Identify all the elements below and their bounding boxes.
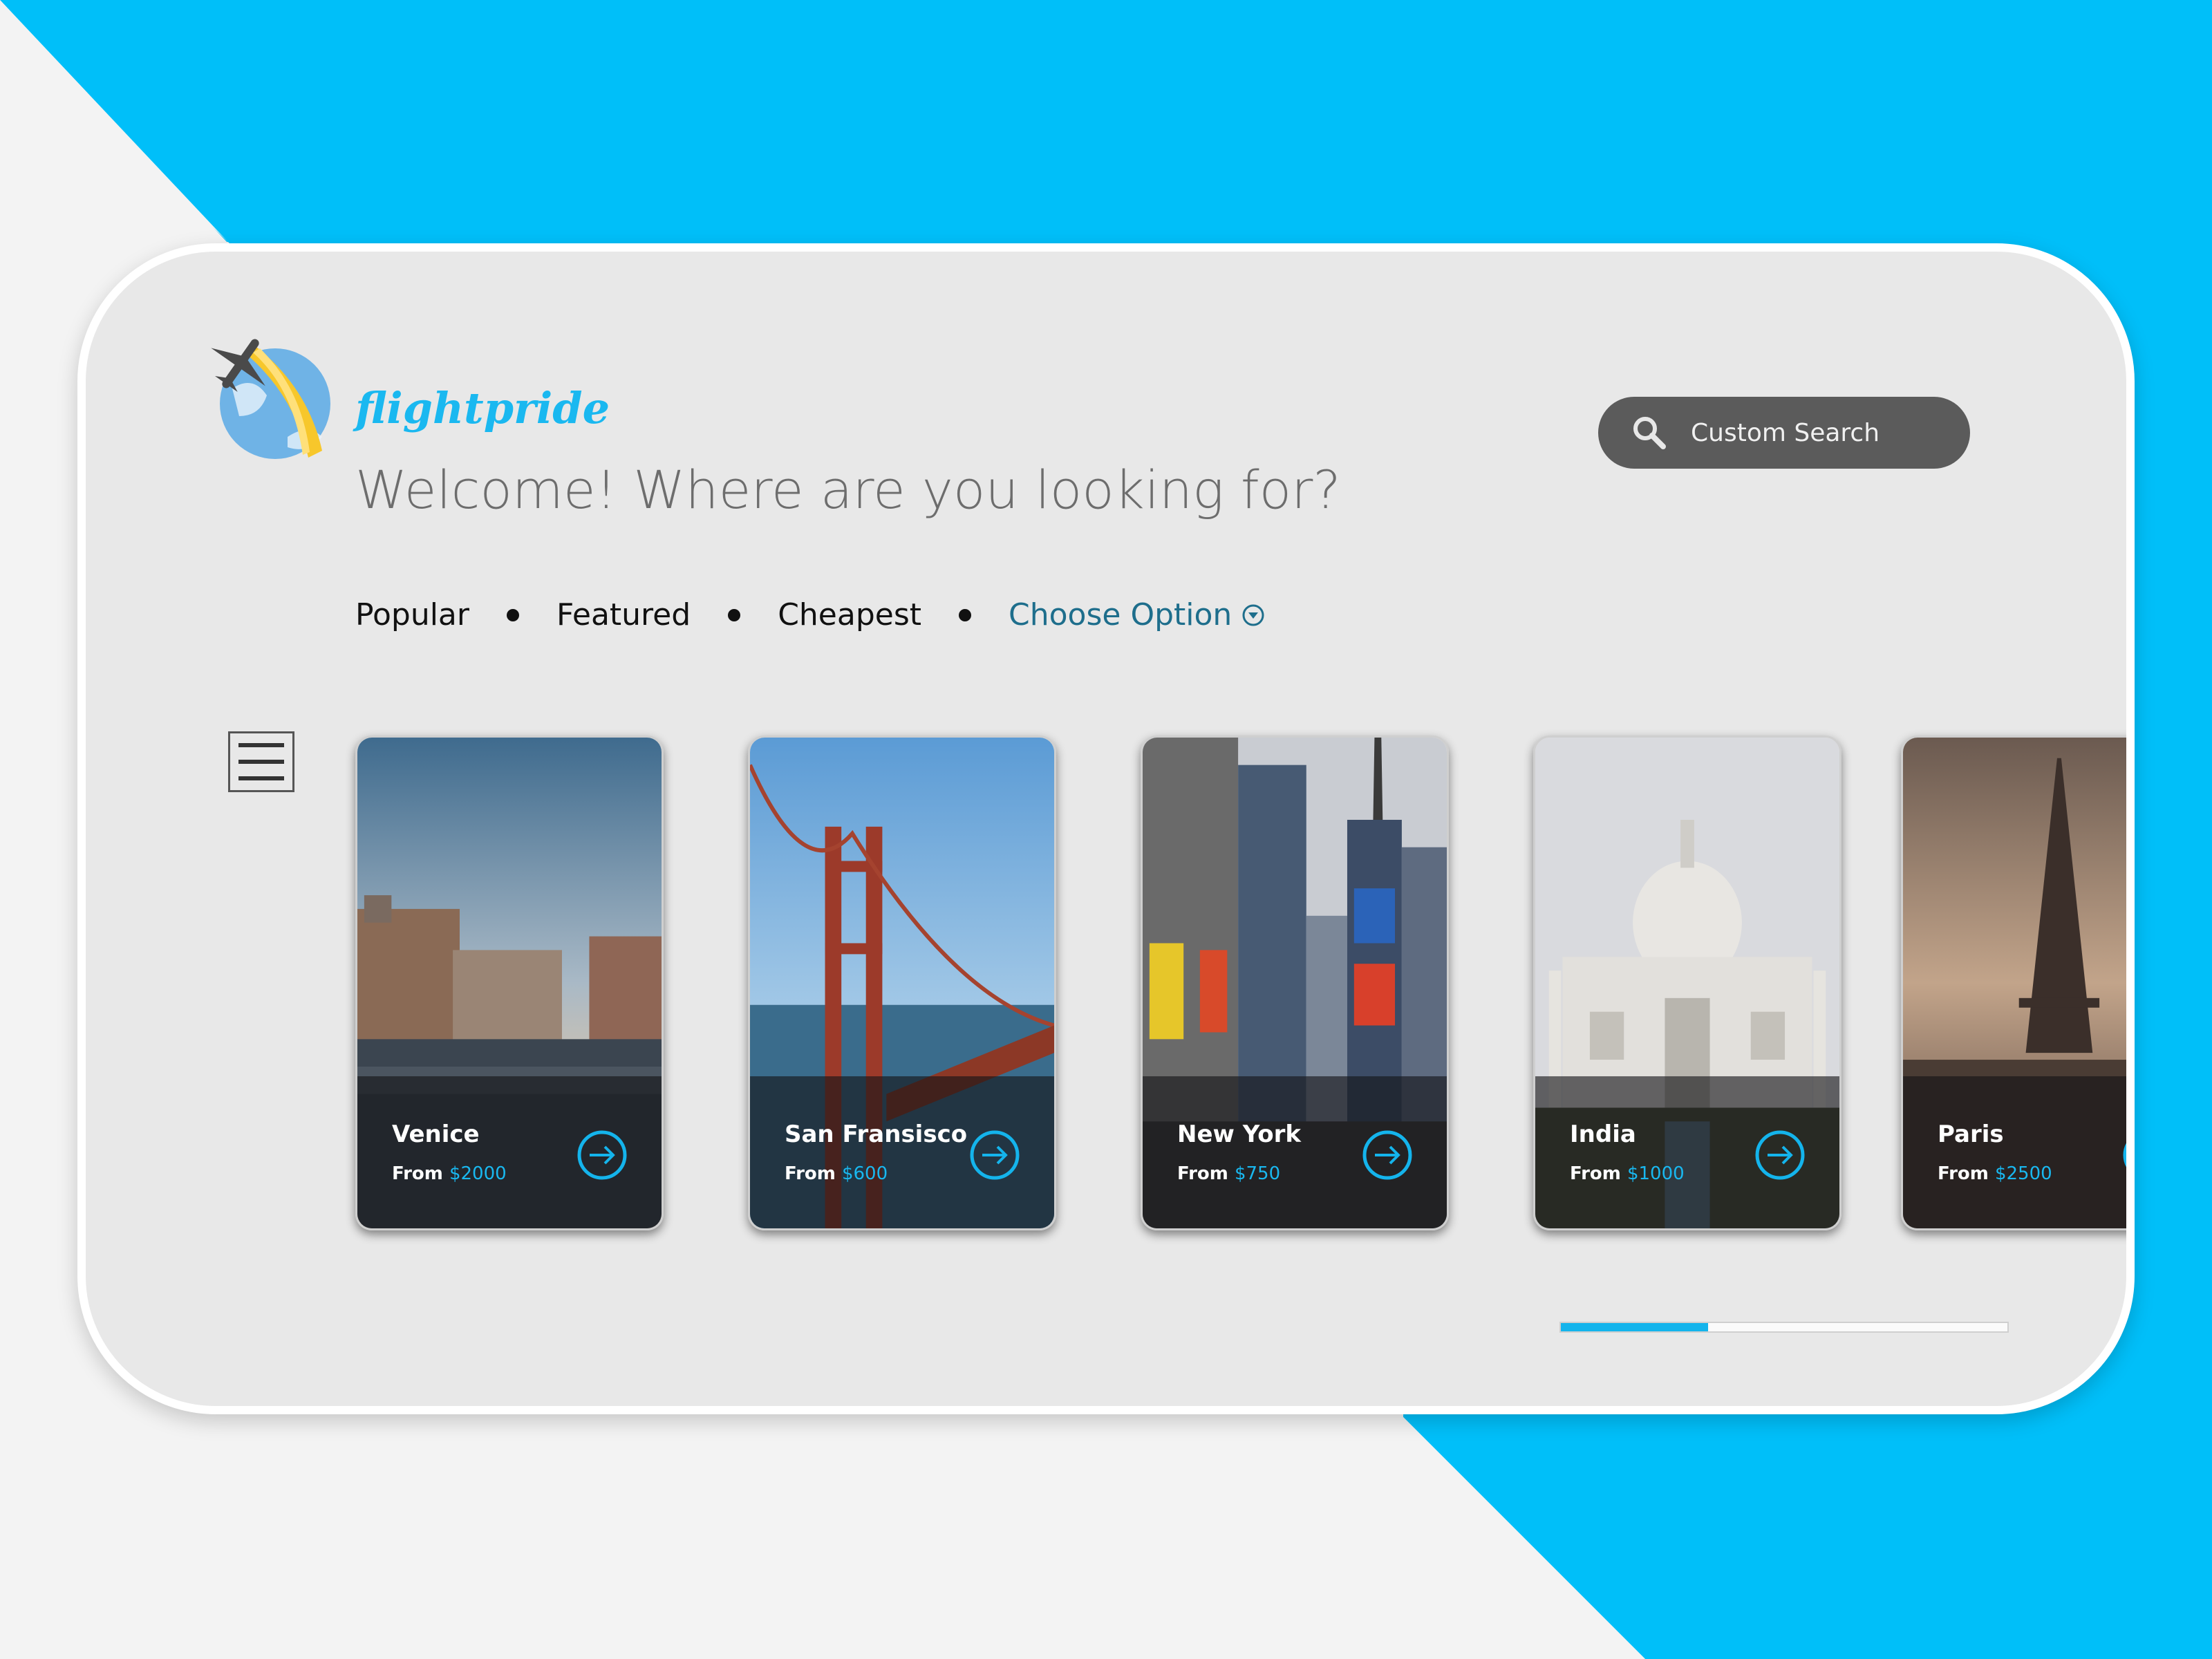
search-label: Custom Search xyxy=(1691,418,1880,447)
destination-name: New York xyxy=(1177,1121,1301,1148)
separator-dot xyxy=(506,608,519,621)
card-info: Paris From $2500 xyxy=(1903,1076,2135,1228)
destination-price: From $750 xyxy=(1177,1163,1280,1184)
filter-popular[interactable]: Popular xyxy=(355,597,469,632)
main-panel: flightpride Welcome! Where are you looki… xyxy=(77,243,2135,1414)
menu-icon-bar xyxy=(238,776,284,780)
destination-name: Venice xyxy=(392,1121,480,1148)
card-info: Venice From $2000 xyxy=(357,1076,662,1228)
price-amount: $1000 xyxy=(1627,1163,1685,1184)
price-amount: $600 xyxy=(841,1163,888,1184)
choose-option-label: Choose Option xyxy=(1009,597,1232,632)
search-icon xyxy=(1633,417,1666,449)
menu-button[interactable] xyxy=(228,731,294,792)
destination-card-venice[interactable]: Venice From $2000 xyxy=(355,735,664,1230)
separator-dot xyxy=(728,608,741,621)
destination-price: From $600 xyxy=(785,1163,888,1184)
card-info: India From $1000 xyxy=(1535,1076,1839,1228)
arrow-right-circle-icon[interactable] xyxy=(576,1129,628,1181)
brand-name: flightpride xyxy=(355,383,610,433)
arrow-right-circle-icon[interactable] xyxy=(1754,1129,1806,1181)
price-amount: $2000 xyxy=(449,1163,507,1184)
carousel-progress xyxy=(1559,1322,2009,1333)
separator-dot xyxy=(959,608,972,621)
price-amount: $2500 xyxy=(1994,1163,2052,1184)
page-title: Welcome! Where are you looking for? xyxy=(355,459,1341,521)
card-info: New York From $750 xyxy=(1143,1076,1447,1228)
custom-search-button[interactable]: Custom Search xyxy=(1598,397,1970,469)
arrow-right-circle-icon[interactable] xyxy=(1361,1129,1414,1181)
filter-cheapest[interactable]: Cheapest xyxy=(778,597,921,632)
destination-price: From $1000 xyxy=(1570,1163,1685,1184)
menu-icon xyxy=(238,743,284,747)
price-prefix: From xyxy=(785,1163,836,1184)
price-amount: $750 xyxy=(1234,1163,1281,1184)
destination-name: San Fransisco xyxy=(785,1121,968,1148)
destination-card-san-fransisco[interactable]: San Fransisco From $600 xyxy=(748,735,1056,1230)
destination-card-new-york[interactable]: New York From $750 xyxy=(1141,735,1449,1230)
price-prefix: From xyxy=(1938,1163,1989,1184)
destination-name: Paris xyxy=(1938,1121,2004,1148)
filter-bar: Popular Featured Cheapest Choose Option xyxy=(355,597,1265,632)
plane-globe-icon xyxy=(211,339,330,459)
chevron-down-icon xyxy=(1242,604,1264,626)
destination-name: India xyxy=(1570,1121,1636,1148)
choose-option-dropdown[interactable]: Choose Option xyxy=(1009,597,1265,632)
destination-price: From $2000 xyxy=(392,1163,507,1184)
price-prefix: From xyxy=(1177,1163,1228,1184)
destination-card-india[interactable]: India From $1000 xyxy=(1533,735,1841,1230)
price-prefix: From xyxy=(392,1163,443,1184)
destination-price: From $2500 xyxy=(1938,1163,2052,1184)
destination-card-paris[interactable]: Paris From $2500 xyxy=(1901,735,2135,1230)
carousel-progress-fill xyxy=(1561,1323,1709,1331)
arrow-right-circle-icon[interactable] xyxy=(2121,1129,2135,1181)
price-prefix: From xyxy=(1570,1163,1621,1184)
menu-icon-bar xyxy=(238,760,284,764)
filter-featured[interactable]: Featured xyxy=(556,597,691,632)
card-info: San Fransisco From $600 xyxy=(750,1076,1054,1228)
arrow-right-circle-icon[interactable] xyxy=(968,1129,1021,1181)
